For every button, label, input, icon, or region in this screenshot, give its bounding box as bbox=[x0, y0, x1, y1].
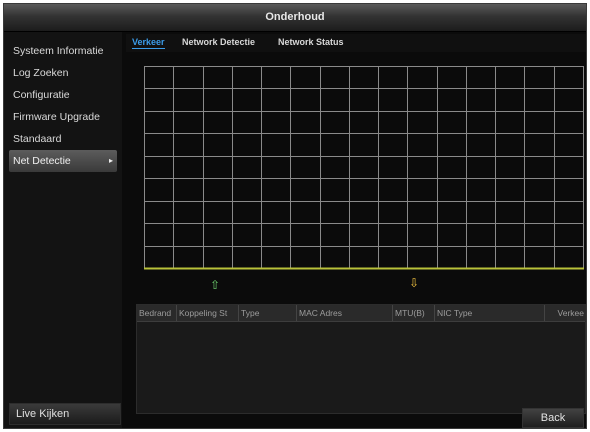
column-header-mtu[interactable]: MTU(B) bbox=[393, 305, 435, 321]
sidebar-item-configuration[interactable]: Configuratie bbox=[9, 84, 117, 106]
column-header-type[interactable]: Type bbox=[239, 305, 297, 321]
maintenance-window: Onderhoud Systeem Informatie Log Zoeken … bbox=[3, 3, 587, 429]
sidebar-item-system-info[interactable]: Systeem Informatie bbox=[9, 40, 117, 62]
sidebar-item-net-detection[interactable]: Net Detectie ▸ bbox=[9, 150, 117, 172]
window-title: Onderhoud bbox=[4, 4, 586, 32]
main-content: Verkeer Network Detectie Network Status … bbox=[126, 34, 586, 426]
sidebar: Systeem Informatie Log Zoeken Configurat… bbox=[4, 32, 122, 428]
table-header: Bedrand Koppeling St Type MAC Adres MTU(… bbox=[137, 305, 585, 322]
upload-arrow-icon: ⇧ bbox=[210, 278, 221, 292]
download-arrow-icon: ⇩ bbox=[409, 276, 420, 290]
sidebar-item-label: Firmware Upgrade bbox=[13, 111, 100, 123]
column-header-bedrand[interactable]: Bedrand bbox=[137, 305, 177, 321]
sidebar-item-firmware-upgrade[interactable]: Firmware Upgrade bbox=[9, 106, 117, 128]
column-header-nic-type[interactable]: NIC Type bbox=[435, 305, 545, 321]
back-button[interactable]: Back bbox=[522, 408, 584, 428]
column-header-mac-address[interactable]: MAC Adres bbox=[297, 305, 393, 321]
chevron-right-icon: ▸ bbox=[108, 156, 113, 165]
sidebar-item-default[interactable]: Standaard bbox=[9, 128, 117, 150]
sidebar-item-label: Log Zoeken bbox=[13, 67, 69, 79]
sidebar-item-label: Configuratie bbox=[13, 89, 70, 101]
tab-bar: Verkeer Network Detectie Network Status bbox=[126, 34, 586, 52]
tab-network-status[interactable]: Network Status bbox=[278, 36, 344, 48]
sidebar-item-label: Standaard bbox=[13, 133, 62, 145]
traffic-graph-canvas bbox=[144, 66, 584, 270]
column-header-link-status[interactable]: Koppeling St bbox=[177, 305, 239, 321]
live-view-button[interactable]: Live Kijken bbox=[9, 403, 121, 425]
traffic-graph bbox=[144, 66, 584, 270]
sidebar-item-label: Net Detectie bbox=[13, 155, 71, 167]
sidebar-item-log-search[interactable]: Log Zoeken bbox=[9, 62, 117, 84]
tab-network-detection[interactable]: Network Detectie bbox=[182, 36, 255, 48]
network-interface-table: Bedrand Koppeling St Type MAC Adres MTU(… bbox=[136, 304, 586, 414]
column-header-traffic[interactable]: Verkee bbox=[545, 305, 586, 321]
sidebar-item-label: Systeem Informatie bbox=[13, 45, 104, 57]
tab-traffic[interactable]: Verkeer bbox=[132, 36, 165, 49]
